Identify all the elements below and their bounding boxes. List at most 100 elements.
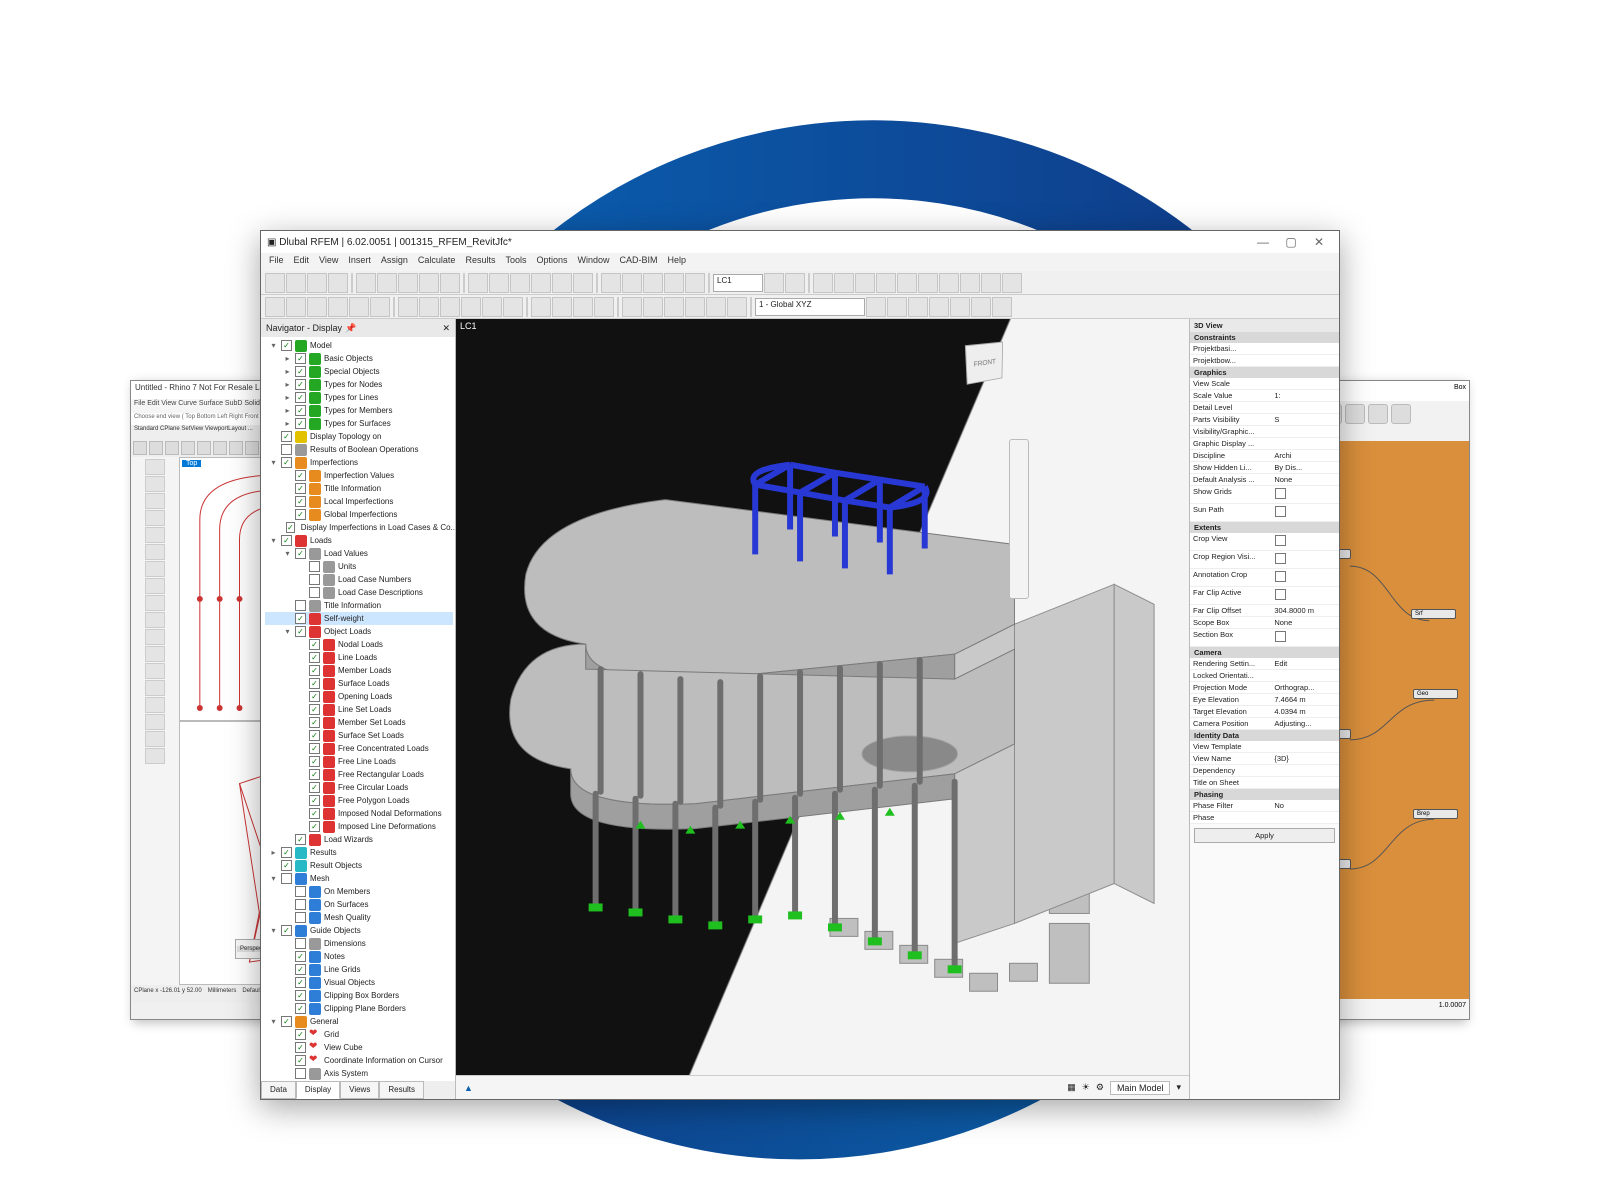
prop-value[interactable] [1271, 741, 1339, 752]
tb-icon[interactable] [468, 273, 488, 293]
expand-icon[interactable]: ▾ [283, 547, 292, 560]
tree-item[interactable]: ▸Types for Nodes [265, 378, 453, 391]
menu-file[interactable]: File [269, 255, 284, 269]
view-cube-face[interactable]: FRONT [965, 341, 1003, 384]
tree-item[interactable]: Title Information [265, 599, 453, 612]
checkbox[interactable] [295, 418, 306, 429]
checkbox[interactable] [281, 1016, 292, 1027]
tree-item[interactable]: ▸Types for Members [265, 404, 453, 417]
tb-icon[interactable] [685, 273, 705, 293]
checkbox[interactable] [309, 691, 320, 702]
tb-icon[interactable] [349, 297, 369, 317]
checkbox[interactable] [295, 483, 306, 494]
prop-row[interactable]: Phase FilterNo [1190, 800, 1339, 812]
tb-icon[interactable] [398, 273, 418, 293]
tree-item[interactable]: Clipping Box Borders [265, 989, 453, 1002]
tree-item[interactable]: Surface Loads [265, 677, 453, 690]
checkbox[interactable] [295, 496, 306, 507]
minimize-button[interactable]: — [1249, 235, 1277, 249]
palette-icon[interactable] [145, 476, 165, 492]
checkbox[interactable] [295, 834, 306, 845]
prop-value[interactable] [1271, 569, 1339, 586]
apply-button[interactable]: Apply [1194, 828, 1335, 843]
tb-icon[interactable] [531, 297, 551, 317]
checkbox[interactable] [295, 509, 306, 520]
checkbox[interactable] [309, 795, 320, 806]
palette-icon[interactable] [145, 527, 165, 543]
tb-icon[interactable] [971, 297, 991, 317]
checkbox[interactable] [286, 522, 295, 533]
checkbox[interactable] [281, 431, 292, 442]
tool-icon[interactable] [245, 441, 259, 455]
tool-icon[interactable] [133, 441, 147, 455]
tree-item[interactable]: Free Concentrated Loads [265, 742, 453, 755]
prop-value[interactable] [1271, 486, 1339, 503]
checkbox[interactable] [295, 1003, 306, 1014]
tb-icon[interactable] [286, 273, 306, 293]
prop-row[interactable]: Detail Level [1190, 402, 1339, 414]
tb-icon[interactable] [643, 297, 663, 317]
expand-icon[interactable]: ▸ [283, 378, 292, 391]
menu-results[interactable]: Results [465, 255, 495, 269]
checkbox[interactable] [295, 613, 306, 624]
nav-tab-views[interactable]: Views [340, 1081, 379, 1099]
checkbox[interactable] [281, 860, 292, 871]
checkbox[interactable] [281, 535, 292, 546]
checkbox[interactable] [295, 1055, 306, 1066]
expand-icon[interactable]: ▾ [269, 872, 278, 885]
tb-icon[interactable] [664, 297, 684, 317]
active-model-label[interactable]: Main Model [1110, 1081, 1171, 1095]
prop-row[interactable]: Section Box [1190, 629, 1339, 647]
tb-icon[interactable] [622, 273, 642, 293]
checkbox[interactable] [295, 1068, 306, 1079]
tree-item[interactable]: Dimensions [265, 937, 453, 950]
prop-value[interactable] [1271, 587, 1339, 604]
tb-icon[interactable] [482, 297, 502, 317]
palette-icon[interactable] [145, 680, 165, 696]
checkbox[interactable] [295, 366, 306, 377]
prop-row[interactable]: Title on Sheet [1190, 777, 1339, 789]
checkbox[interactable] [295, 1029, 306, 1040]
checkbox[interactable] [309, 704, 320, 715]
prop-group[interactable]: Constraints [1190, 332, 1339, 343]
prop-row[interactable]: Annotation Crop [1190, 569, 1339, 587]
checkbox[interactable] [295, 886, 306, 897]
checkbox[interactable] [309, 769, 320, 780]
expand-icon[interactable]: ▾ [269, 339, 278, 352]
prop-value[interactable] [1271, 765, 1339, 776]
palette-icon[interactable] [145, 493, 165, 509]
tree-item[interactable]: Display Imperfections in Load Cases & Co… [265, 521, 453, 534]
nav-tab-display[interactable]: Display [296, 1081, 340, 1099]
prop-row[interactable]: Sun Path [1190, 504, 1339, 522]
tree-item[interactable]: Self-weight [265, 612, 453, 625]
prop-row[interactable]: DisciplineArchi [1190, 450, 1339, 462]
palette-icon[interactable] [145, 578, 165, 594]
prop-value[interactable]: Orthograp... [1271, 682, 1339, 693]
model-viewport[interactable]: LC1 [456, 319, 1189, 1099]
prop-value[interactable]: S [1271, 414, 1339, 425]
checkbox[interactable] [1275, 535, 1286, 546]
menu-assign[interactable]: Assign [381, 255, 408, 269]
tb-icon[interactable] [897, 273, 917, 293]
tree-item[interactable]: ▾Load Values [265, 547, 453, 560]
rhino-tool-palette[interactable] [131, 457, 179, 985]
expand-icon[interactable]: ▸ [283, 365, 292, 378]
menu-window[interactable]: Window [578, 255, 610, 269]
prop-row[interactable]: Graphic Display ... [1190, 438, 1339, 450]
prop-value[interactable] [1271, 629, 1339, 646]
expand-icon[interactable]: ▾ [269, 924, 278, 937]
tree-item[interactable]: Line Loads [265, 651, 453, 664]
tree-item[interactable]: Imperfection Values [265, 469, 453, 482]
tb-icon[interactable] [419, 297, 439, 317]
prop-value[interactable]: None [1271, 617, 1339, 628]
expand-icon[interactable]: ▸ [283, 352, 292, 365]
tb-icon[interactable] [834, 273, 854, 293]
coord-system-combo[interactable]: 1 - Global XYZ [755, 298, 865, 316]
tree-item[interactable]: Free Circular Loads [265, 781, 453, 794]
prop-row[interactable]: Scale Value1: [1190, 390, 1339, 402]
menu-options[interactable]: Options [536, 255, 567, 269]
tree-item[interactable]: On Surfaces [265, 898, 453, 911]
menu-view[interactable]: View [319, 255, 338, 269]
tree-item[interactable]: Member Set Loads [265, 716, 453, 729]
prop-row[interactable]: Show Grids [1190, 486, 1339, 504]
